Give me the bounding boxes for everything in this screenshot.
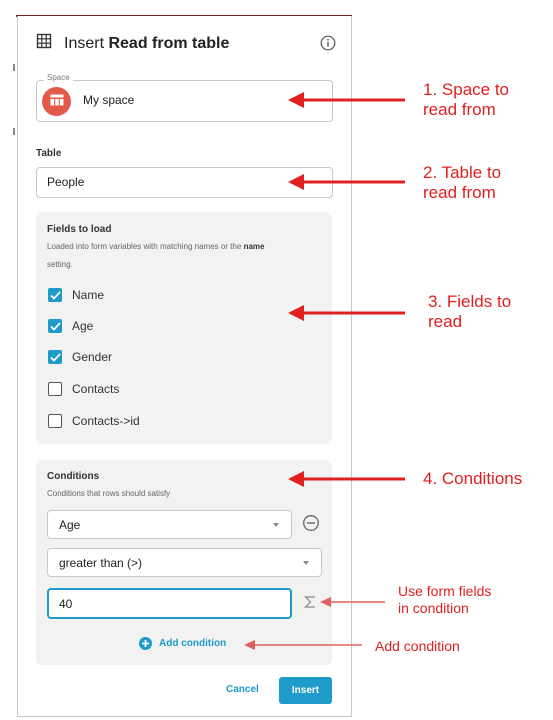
annotation-space-line1: 1. Space to — [423, 80, 510, 99]
annotation-table: 2. Table to read from — [423, 163, 501, 203]
annotation-space-line2: read from — [423, 100, 496, 119]
annotation-fields-line2: read — [428, 312, 463, 331]
annotation-fields-line1: 3. Fields to — [428, 292, 512, 311]
annotation-add-condition: Add condition — [375, 638, 460, 654]
arrow-head — [288, 174, 304, 190]
annotation-conditions: 4. Conditions — [423, 469, 523, 488]
annotation-form-fields-line2: in condition — [398, 600, 469, 616]
arrow-head — [320, 597, 331, 607]
annotation-form-fields-line1: Use form fields — [398, 583, 492, 599]
annotation-table-line1: 2. Table to — [423, 163, 502, 182]
annotation-space: 1. Space to read from — [423, 80, 509, 120]
arrow-head — [288, 92, 304, 108]
annotation-fields: 3. Fields to read — [428, 292, 511, 332]
annotation-table-line2: read from — [423, 183, 496, 202]
annotation-form-fields: Use form fields in condition — [398, 583, 491, 617]
arrow-head — [288, 305, 304, 321]
arrow-head — [244, 640, 255, 650]
arrow-head — [288, 471, 304, 487]
